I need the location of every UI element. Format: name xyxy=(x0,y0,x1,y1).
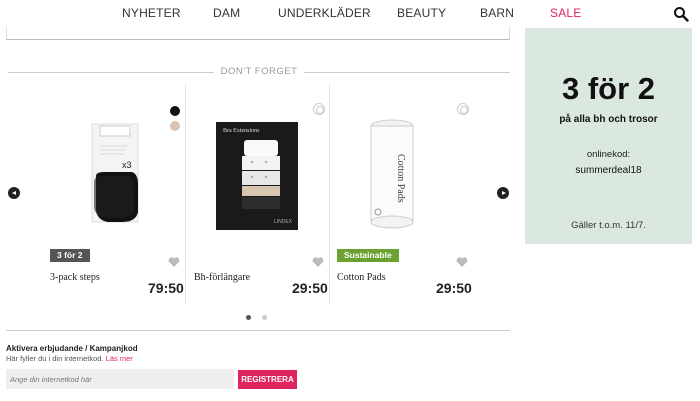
color-swatch-black[interactable] xyxy=(170,106,180,116)
nav-item-dam[interactable]: DAM xyxy=(213,6,240,20)
product-price: 29:50 xyxy=(292,280,328,296)
carousel-prev-arrow-icon[interactable] xyxy=(8,187,20,199)
compare-icon[interactable] xyxy=(313,103,325,115)
product-divider xyxy=(329,84,330,304)
promo-headline: 3 för 2 xyxy=(561,71,656,106)
product-name[interactable]: Bh-förlängare xyxy=(194,272,250,283)
read-more-link[interactable]: Läs mer xyxy=(106,354,133,363)
top-content-box xyxy=(6,27,510,40)
carousel-dot[interactable] xyxy=(262,315,267,320)
promo-subtitle: Här fyller du i din internetkod. Läs mer xyxy=(6,354,133,363)
compare-icon[interactable] xyxy=(457,103,469,115)
product-image-cotton-pads[interactable]: Cotton Pads xyxy=(336,84,470,244)
product-box-text: x3 xyxy=(122,160,132,170)
heart-icon[interactable] xyxy=(456,256,468,268)
carousel-dot-active[interactable] xyxy=(246,315,251,320)
section-title: DON'T FORGET xyxy=(220,66,298,77)
sidebar-promo-banner[interactable]: 3 för 2 på alla bh och trosor onlinekod:… xyxy=(525,28,692,244)
carousel-next-arrow-icon[interactable] xyxy=(497,187,509,199)
product-badge: 3 för 2 xyxy=(50,249,90,262)
product-card[interactable]: Cotton Pads Sustainable Cotton Pads 29:5… xyxy=(336,84,472,304)
product-name[interactable]: 3-pack steps xyxy=(50,272,100,283)
nav-item-nyheter[interactable]: NYHETER xyxy=(122,6,181,20)
promo-divider xyxy=(6,330,510,331)
top-nav: NYHETER DAM UNDERKLÄDER BEAUTY BARN SALE xyxy=(0,0,700,27)
promo-subheadline: på alla bh och trosor xyxy=(559,114,658,125)
heart-icon[interactable] xyxy=(312,256,324,268)
nav-item-barn[interactable]: BARN xyxy=(480,6,514,20)
section-divider-left xyxy=(8,72,214,73)
product-box-text: Cotton Pads xyxy=(395,154,406,203)
product-box-brand: LINDEX xyxy=(274,219,293,225)
product-divider xyxy=(185,84,186,304)
online-code-label: onlinekod: xyxy=(586,149,631,160)
section-divider-right xyxy=(304,72,510,73)
promo-title: Aktivera erbjudande / Kampanjkod xyxy=(6,344,138,353)
nav-item-beauty[interactable]: BEAUTY xyxy=(397,6,446,20)
product-badge: Sustainable xyxy=(337,249,399,262)
register-button[interactable]: REGISTRERA xyxy=(238,370,297,389)
online-code-value: summerdeal18 xyxy=(575,165,642,176)
product-price: 79:50 xyxy=(148,280,184,296)
product-card[interactable]: x3 3 för 2 3-pack steps 79:50 xyxy=(48,84,184,304)
heart-icon[interactable] xyxy=(168,256,180,268)
promo-code-input[interactable] xyxy=(6,369,234,389)
product-box-title: Bra Extensions xyxy=(223,128,260,134)
product-image-socks[interactable]: x3 xyxy=(48,84,182,244)
product-name[interactable]: Cotton Pads xyxy=(337,272,386,283)
promo-validity: Gäller t.o.m. 11/7. xyxy=(571,220,646,231)
product-image-bra-extensions[interactable]: Bra Extensions LINDEX xyxy=(192,84,326,244)
nav-item-sale[interactable]: SALE xyxy=(550,6,582,20)
product-card[interactable]: Bra Extensions LINDEX Bh-förlängare 29:5… xyxy=(192,84,328,304)
promo-subtitle-text: Här fyller du i din internetkod. xyxy=(6,354,104,363)
nav-item-underklader[interactable]: UNDERKLÄDER xyxy=(278,6,371,20)
search-icon[interactable] xyxy=(673,6,689,22)
product-price: 29:50 xyxy=(436,280,472,296)
color-swatch-nude[interactable] xyxy=(170,121,180,131)
